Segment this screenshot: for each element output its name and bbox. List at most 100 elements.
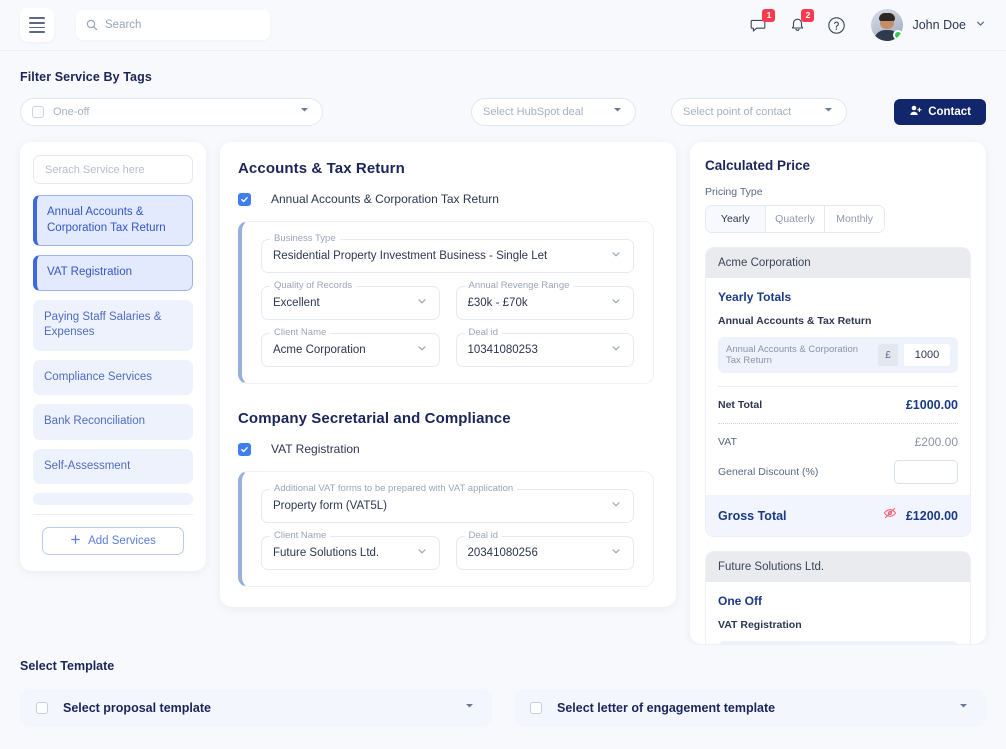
hubspot-deal-select[interactable]: Select HubSpot deal xyxy=(471,98,636,126)
service-item-paying-staff-salaries[interactable]: Paying Staff Salaries & Expenses xyxy=(33,299,193,351)
divider xyxy=(718,423,958,424)
business-type-field[interactable]: Business Type Residential Property Inves… xyxy=(261,233,634,273)
form-section-title: Company Secretarial and Compliance xyxy=(238,410,511,427)
service-search-input[interactable] xyxy=(33,155,193,184)
totals-heading: Yearly Totals xyxy=(718,290,792,304)
service-item-label: Bank Reconciliation xyxy=(44,415,146,428)
hamburger-menu-icon[interactable] xyxy=(20,8,54,42)
client-name-field[interactable]: Client Name Future Solutions Ltd. xyxy=(261,530,440,570)
service-item-vat-registration[interactable]: VAT Registration xyxy=(33,255,193,291)
proposal-template-checkbox[interactable] xyxy=(36,702,48,714)
general-discount-input[interactable] xyxy=(894,460,958,484)
tag-checkbox[interactable] xyxy=(32,106,44,118)
contact-button[interactable]: Contact xyxy=(894,99,986,125)
field-group-accounts: Business Type Residential Property Inves… xyxy=(238,221,654,384)
field-legend: Deal id xyxy=(464,530,503,541)
chevron-down-icon[interactable] xyxy=(610,247,622,265)
engagement-template-select[interactable]: Select letter of engagement template xyxy=(514,689,986,727)
engagement-template-checkbox[interactable] xyxy=(530,702,542,714)
add-services-button[interactable]: Add Services xyxy=(42,527,184,556)
field-value: Residential Property Investment Business… xyxy=(273,250,548,262)
calculated-price-title: Calculated Price xyxy=(705,158,811,173)
field-legend: Client Name xyxy=(270,327,331,338)
field-value: 10341080253 xyxy=(467,344,538,356)
net-total-value: £1000.00 xyxy=(905,398,958,412)
field-value: £30k - £70k xyxy=(467,297,528,309)
point-of-contact-value: Select point of contact xyxy=(683,106,792,118)
field-legend: Business Type xyxy=(270,233,340,244)
line-item-amount-input[interactable] xyxy=(904,344,950,366)
form-section-title: Accounts & Tax Return xyxy=(238,160,405,177)
field-group-vat: Additional VAT forms to be prepared with… xyxy=(238,471,654,587)
price-line-item: Annual Accounts & Corporation Tax Return… xyxy=(718,337,958,373)
discount-label: General Discount (%) xyxy=(718,466,819,478)
client-name-header: Future Solutions Ltd. xyxy=(706,552,970,582)
field-legend: Annual Revenge Range xyxy=(464,280,574,291)
search-input[interactable] xyxy=(105,19,260,31)
point-of-contact-select[interactable]: Select point of contact xyxy=(671,98,847,126)
service-checkbox-row: VAT Registration xyxy=(238,442,654,456)
service-item-label: Self-Assessment xyxy=(44,459,131,472)
chevron-down-icon[interactable] xyxy=(611,103,624,121)
chevron-down-icon[interactable] xyxy=(416,294,428,312)
chevron-down-icon[interactable] xyxy=(298,103,311,121)
proposal-template-select[interactable]: Select proposal template xyxy=(20,689,492,727)
field-value: Property form (VAT5L) xyxy=(273,500,387,512)
chevron-down-icon[interactable] xyxy=(463,699,476,717)
eye-off-icon[interactable] xyxy=(883,506,897,525)
top-bar: 1 2 John Doe xyxy=(0,0,1006,51)
annual-revenue-range-field[interactable]: Annual Revenge Range £30k - £70k xyxy=(455,280,634,320)
chevron-down-icon[interactable] xyxy=(957,699,970,717)
plus-icon xyxy=(70,534,81,548)
quality-of-records-field[interactable]: Quality of Records Excellent xyxy=(261,280,440,320)
help-circle-icon[interactable] xyxy=(825,14,847,36)
tag-select[interactable]: One-off xyxy=(20,98,323,126)
search-box[interactable] xyxy=(76,10,270,40)
engagement-template-label: Select letter of engagement template xyxy=(557,701,776,715)
proposal-template-label: Select proposal template xyxy=(63,701,211,715)
contact-button-label: Contact xyxy=(928,106,971,118)
pricing-option-monthly[interactable]: Monthly xyxy=(825,206,884,232)
service-item-partial[interactable] xyxy=(33,493,193,506)
pricing-option-quaterly[interactable]: Quaterly xyxy=(765,206,826,232)
field-legend: Client Name xyxy=(270,530,331,541)
line-item-label: Annual Accounts & Corporation Tax Return xyxy=(726,344,859,366)
service-item-self-assessment[interactable]: Self-Assessment xyxy=(33,448,193,485)
chevron-down-icon[interactable] xyxy=(416,544,428,562)
field-legend: Quality of Records xyxy=(270,280,357,291)
user-plus-icon xyxy=(909,104,922,120)
price-block-future-solutions: Future Solutions Ltd. One Off VAT Regist… xyxy=(705,551,971,644)
service-checkbox[interactable] xyxy=(238,192,251,206)
field-value: 20341080256 xyxy=(467,547,538,559)
vat-label: VAT xyxy=(718,436,737,448)
topbar-actions: 1 2 John Doe xyxy=(747,9,986,41)
chevron-down-icon[interactable] xyxy=(416,341,428,359)
deal-id-field[interactable]: Deal id 20341080256 xyxy=(455,530,634,570)
service-item-bank-reconciliation[interactable]: Bank Reconciliation xyxy=(33,404,193,440)
service-item-label: VAT Registration xyxy=(47,266,133,279)
chevron-down-icon[interactable] xyxy=(610,341,622,359)
field-legend: Additional VAT forms to be prepared with… xyxy=(270,483,518,494)
service-item-compliance-services[interactable]: Compliance Services xyxy=(33,359,193,396)
gross-total-row: Gross Total £1200.00 xyxy=(706,495,970,536)
chevron-down-icon[interactable] xyxy=(975,16,986,34)
gross-total-value: £1200.00 xyxy=(905,508,958,523)
client-name-field[interactable]: Client Name Acme Corporation xyxy=(261,327,440,367)
chevron-down-icon[interactable] xyxy=(610,294,622,312)
select-template-title: Select Template xyxy=(20,659,115,673)
field-legend: Deal id xyxy=(464,327,503,338)
user-menu[interactable]: John Doe xyxy=(871,9,986,41)
services-panel: Annual Accounts & Corporation Tax Return… xyxy=(20,142,206,572)
chevron-down-icon[interactable] xyxy=(610,544,622,562)
chat-bubble-icon[interactable]: 1 xyxy=(747,9,776,36)
currency-symbol: £ xyxy=(878,344,898,366)
pricing-option-yearly[interactable]: Yearly xyxy=(706,206,766,232)
chevron-down-icon[interactable] xyxy=(822,103,835,121)
bell-icon[interactable]: 2 xyxy=(786,9,815,36)
service-checkbox[interactable] xyxy=(238,442,251,456)
avatar xyxy=(871,9,904,41)
additional-vat-forms-field[interactable]: Additional VAT forms to be prepared with… xyxy=(261,483,634,523)
deal-id-field[interactable]: Deal id 10341080253 xyxy=(455,327,634,367)
chevron-down-icon[interactable] xyxy=(610,497,622,515)
service-item-annual-accounts[interactable]: Annual Accounts & Corporation Tax Return xyxy=(33,195,193,247)
